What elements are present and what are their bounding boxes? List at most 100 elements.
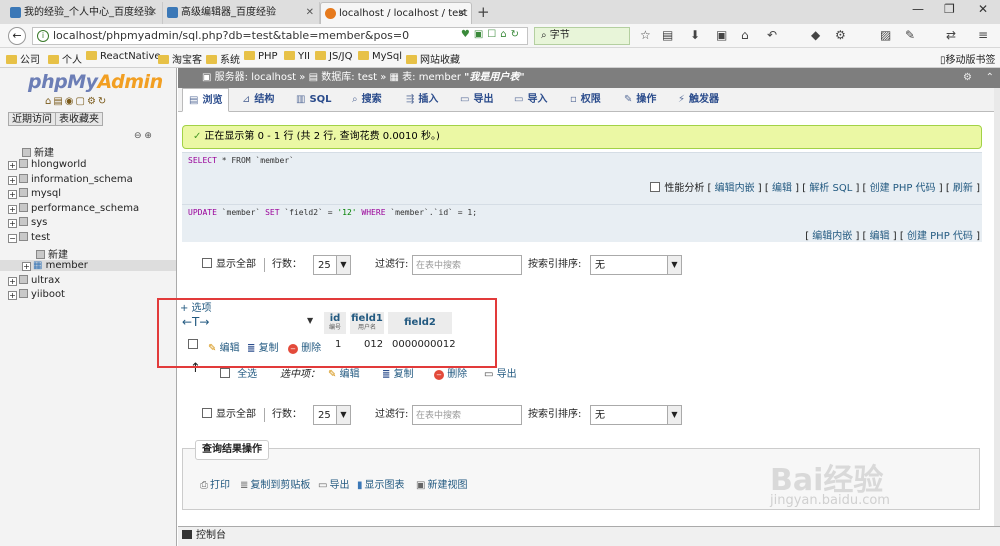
tree-item-sys[interactable]: + sys bbox=[8, 217, 47, 228]
bookmark-folder[interactable]: 淘宝客 bbox=[158, 51, 202, 66]
edit-link[interactable]: 编辑 bbox=[772, 183, 792, 194]
screenshot-icon[interactable]: ▣ bbox=[716, 28, 727, 42]
tree-item-member[interactable]: + ▦ member bbox=[0, 260, 176, 271]
expand-icon[interactable]: + bbox=[22, 262, 31, 271]
tree-item-yiiboot[interactable]: + yiiboot bbox=[8, 289, 65, 300]
display-chart-button[interactable]: ▮ 显示图表 bbox=[357, 476, 405, 491]
maximize-icon[interactable]: ❐ bbox=[944, 2, 955, 16]
phpmyadmin-logo[interactable]: phpMyAdmin bbox=[28, 71, 163, 93]
reading-list-icon[interactable]: ▤ bbox=[662, 28, 673, 42]
breadcrumb-table[interactable]: member bbox=[419, 72, 461, 83]
tab-import[interactable]: ▭ 导入 bbox=[512, 88, 547, 112]
tab-triggers[interactable]: ⚡ 触发器 bbox=[676, 88, 719, 112]
breadcrumb-server[interactable]: localhost bbox=[251, 72, 296, 83]
bookmark-folder[interactable]: ReactNative bbox=[86, 51, 161, 62]
tab-search[interactable]: ⌕ 搜索 bbox=[350, 88, 382, 112]
tab-privileges[interactable]: ▫ 权限 bbox=[568, 88, 601, 112]
export-button[interactable]: ▭ 导出 bbox=[318, 476, 349, 491]
favorites-button[interactable]: 表收藏夹 bbox=[55, 112, 103, 126]
bookmark-folder[interactable]: PHP bbox=[244, 51, 278, 62]
tree-item-new-table[interactable]: 新建 bbox=[36, 246, 68, 261]
gear-icon[interactable]: ⚙ bbox=[963, 68, 972, 87]
recent-button[interactable]: 近期访问 bbox=[8, 112, 56, 126]
tree-item-test[interactable]: − test bbox=[8, 232, 50, 243]
sql-query-update[interactable]: UPDATE `member` SET `field2` = '12' WHER… bbox=[182, 205, 982, 220]
close-tab-icon[interactable]: ✕ bbox=[458, 3, 466, 24]
new-tab-button[interactable]: + bbox=[477, 3, 490, 21]
expand-icon[interactable]: + bbox=[8, 190, 17, 199]
tab-export[interactable]: ▭ 导出 bbox=[458, 88, 493, 112]
minimize-icon[interactable]: — bbox=[912, 2, 924, 16]
filter-input[interactable]: 在表中搜索 bbox=[412, 405, 522, 425]
collapse-all-icon[interactable]: ⊖ ⊕ bbox=[134, 131, 152, 141]
settings-icon[interactable]: ⚙ bbox=[835, 28, 846, 42]
collapse-icon[interactable]: − bbox=[8, 234, 17, 243]
bookmark-folder[interactable]: JS/JQ bbox=[315, 51, 353, 62]
bookmark-folder[interactable]: 系统 bbox=[206, 51, 240, 66]
tab-structure[interactable]: ⊿ 结构 bbox=[240, 88, 274, 112]
search-box[interactable]: ⌕ 字节 bbox=[534, 27, 630, 45]
expand-icon[interactable]: + bbox=[8, 161, 17, 170]
undo-icon[interactable]: ↶ bbox=[767, 28, 777, 42]
tools-icon[interactable]: ✎ bbox=[905, 28, 915, 42]
tree-item-information-schema[interactable]: + information_schema bbox=[8, 174, 133, 185]
collapse-icon[interactable]: ⌃ bbox=[986, 68, 994, 87]
info-icon[interactable]: i bbox=[37, 30, 49, 42]
edit-inline-link[interactable]: 编辑内嵌 bbox=[812, 231, 852, 242]
rows-select[interactable]: 25 ▼ bbox=[313, 255, 351, 275]
menu-icon[interactable]: ≡ bbox=[978, 28, 988, 42]
back-button[interactable]: ← bbox=[8, 27, 26, 45]
show-all-checkbox[interactable] bbox=[202, 408, 212, 418]
explain-sql-link[interactable]: 解析 SQL bbox=[809, 183, 852, 194]
edit-inline-link[interactable]: 编辑内嵌 bbox=[715, 183, 755, 194]
bookmark-folder[interactable]: 个人 bbox=[48, 51, 82, 66]
tree-item-hlongworld[interactable]: + hlongworld bbox=[8, 159, 86, 170]
browser-tab-2[interactable]: 高级编辑器_百度经验 ✕ bbox=[163, 2, 320, 24]
home-icon[interactable]: ⌂ bbox=[741, 28, 749, 42]
profiling-checkbox[interactable] bbox=[650, 182, 661, 192]
sort-select[interactable]: 无 ▼ bbox=[590, 255, 682, 275]
bookmark-folder[interactable]: 公司 bbox=[6, 51, 40, 66]
bookmark-folder[interactable]: MySql bbox=[358, 51, 402, 62]
show-all-checkbox[interactable] bbox=[202, 258, 212, 268]
close-tab-icon[interactable]: ✕ bbox=[306, 2, 314, 23]
close-window-icon[interactable]: ✕ bbox=[978, 2, 988, 16]
browser-tab-3[interactable]: localhost / localhost / test ✕ bbox=[320, 2, 472, 24]
tree-item-new[interactable]: 新建 bbox=[22, 144, 54, 159]
tab-sql[interactable]: ▥ SQL bbox=[294, 88, 332, 112]
sync-icon[interactable]: ⇄ bbox=[946, 28, 956, 42]
star-icon[interactable]: ☆ bbox=[640, 28, 651, 42]
select-all-checkbox[interactable] bbox=[220, 368, 230, 378]
create-php-link[interactable]: 创建 PHP 代码 bbox=[907, 231, 973, 242]
print-button[interactable]: ⎙ 打印 bbox=[200, 476, 230, 491]
bookmark-folder[interactable]: 网站收藏 bbox=[406, 51, 460, 66]
browser-tab-1[interactable]: 我的经验_个人中心_百度经验 ✕ bbox=[6, 2, 163, 24]
tree-item-mysql[interactable]: + mysql bbox=[8, 188, 61, 199]
edit-link[interactable]: 编辑 bbox=[870, 231, 890, 242]
tab-operations[interactable]: ✎ 操作 bbox=[622, 88, 656, 112]
create-php-link[interactable]: 创建 PHP 代码 bbox=[870, 183, 936, 194]
sql-query-select[interactable]: SELECT * FROM `member` bbox=[182, 153, 982, 168]
mobile-bookmarks[interactable]: ▯移动版书签 bbox=[940, 51, 996, 66]
expand-icon[interactable]: + bbox=[8, 176, 17, 185]
download-icon[interactable]: ⬇ bbox=[690, 28, 700, 42]
tree-item-performance-schema[interactable]: + performance_schema bbox=[8, 203, 139, 214]
tab-browse[interactable]: ▤ 浏览 bbox=[182, 88, 230, 112]
expand-icon[interactable]: + bbox=[8, 205, 17, 214]
show-all-toggle[interactable]: 显示全部 bbox=[202, 255, 256, 275]
console-bar[interactable]: 控制台 bbox=[178, 526, 1000, 546]
expand-icon[interactable]: + bbox=[8, 277, 17, 286]
tab-insert[interactable]: ⇶ 插入 bbox=[404, 88, 438, 112]
show-all-toggle[interactable]: 显示全部 bbox=[202, 405, 256, 425]
sort-select[interactable]: 无 ▼ bbox=[590, 405, 682, 425]
nav-icons[interactable]: ⌂▤◉▢⚙↻ bbox=[45, 96, 108, 107]
expand-icon[interactable]: + bbox=[8, 219, 17, 228]
close-tab-icon[interactable]: ✕ bbox=[149, 2, 157, 23]
expand-icon[interactable]: + bbox=[8, 291, 17, 300]
breadcrumb-db[interactable]: test bbox=[358, 72, 377, 83]
address-bar[interactable]: i localhost/phpmyadmin/sql.php?db=test&t… bbox=[32, 27, 528, 45]
extension-icon[interactable]: ◆ bbox=[811, 28, 820, 42]
create-view-button[interactable]: ▣ 新建视图 bbox=[416, 476, 467, 491]
copy-clipboard-button[interactable]: ≣ 复制到剪贴板 bbox=[240, 476, 310, 491]
address-bar-icons[interactable]: ♥▣☐⌂↻ bbox=[461, 29, 523, 40]
